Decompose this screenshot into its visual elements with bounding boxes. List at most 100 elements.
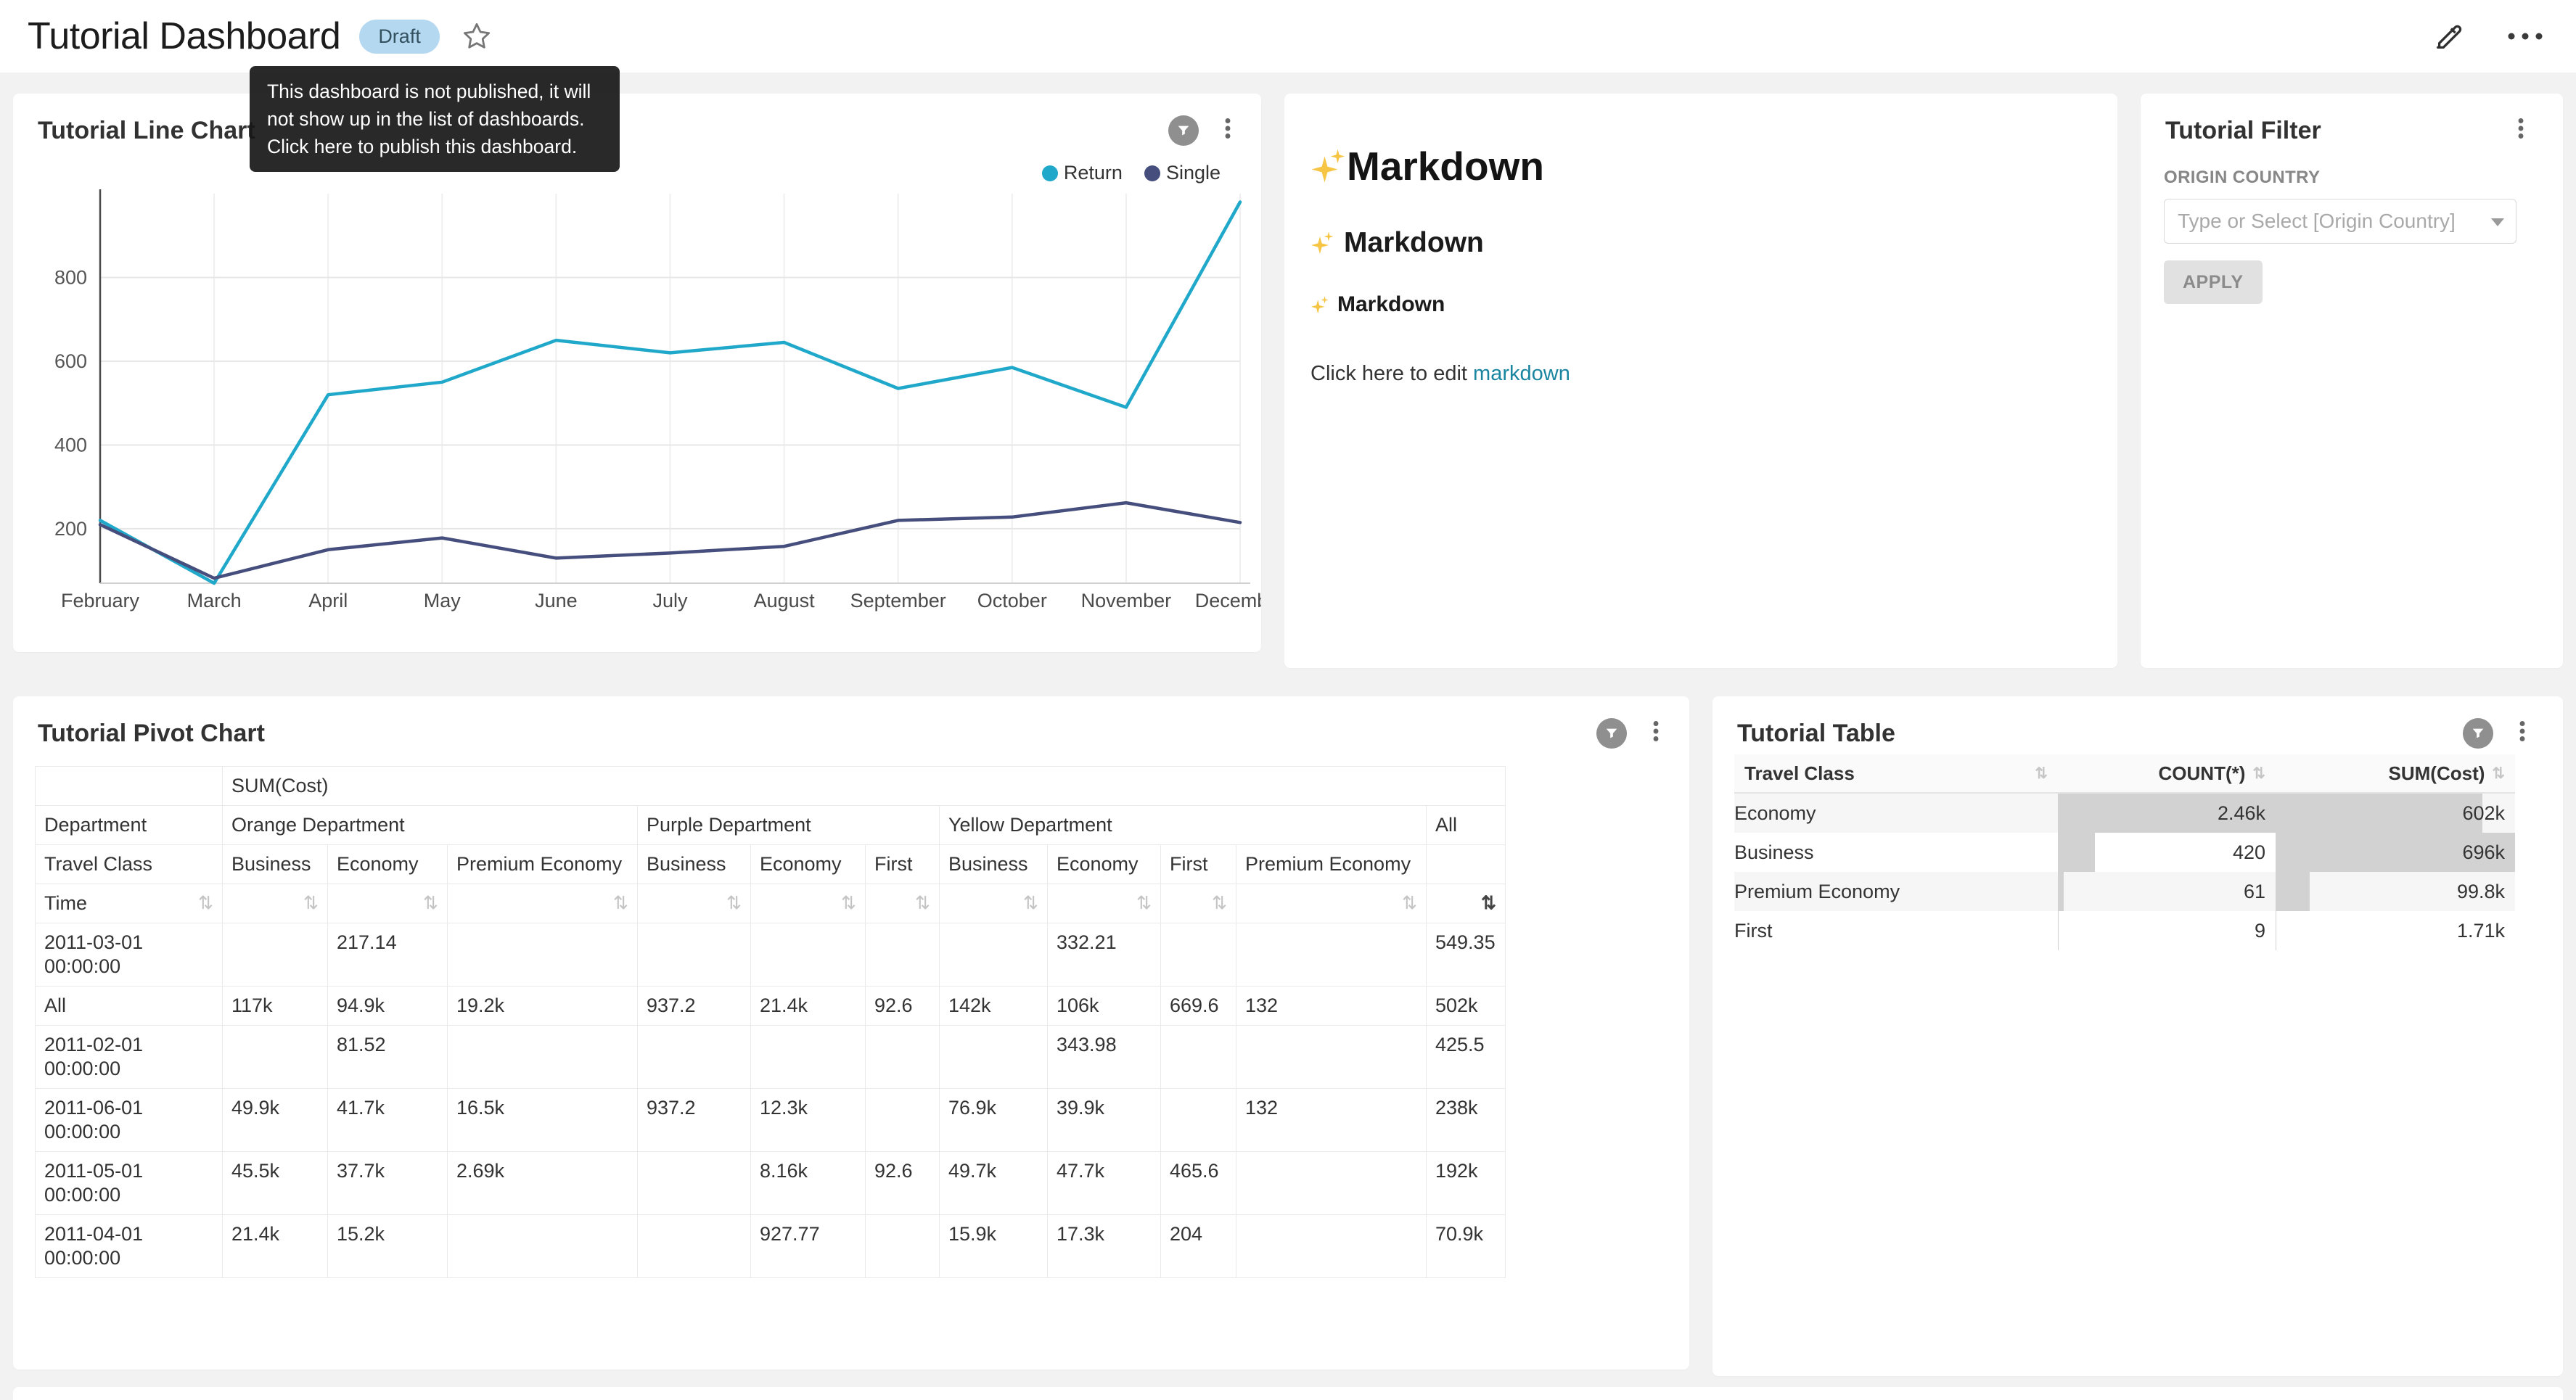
- paragraph-text: Click here to edit: [1310, 362, 1473, 385]
- edit-pencil-icon[interactable]: [2432, 20, 2466, 53]
- draft-badge[interactable]: Draft: [359, 20, 440, 54]
- sort-icon[interactable]: ⇅: [2035, 765, 2048, 783]
- applied-filters-icon[interactable]: [2463, 718, 2493, 749]
- chart-options-kebab-icon[interactable]: [2508, 115, 2534, 141]
- sort-icon[interactable]: ⇅: [1023, 892, 1038, 915]
- chart-options-kebab-icon[interactable]: [2509, 718, 2535, 744]
- more-menu-icon[interactable]: [2506, 31, 2544, 41]
- sparkles-icon: [1310, 296, 1329, 314]
- value-cell: 61: [2058, 872, 2276, 911]
- sort-icon[interactable]: ⇅: [613, 892, 628, 915]
- pivot-value-cell: [866, 1089, 940, 1152]
- pivot-value-cell: 47.7k: [1048, 1152, 1161, 1215]
- sort-icon[interactable]: ⇅: [841, 892, 856, 915]
- pivot-value-cell: [448, 923, 638, 987]
- svg-text:December: December: [1195, 590, 1261, 612]
- pivot-sort-cell: ⇅: [751, 884, 866, 923]
- pivot-value-cell: [1236, 923, 1427, 987]
- cell-value: 1.71k: [2276, 911, 2515, 950]
- pivot-value-cell: 132: [1236, 987, 1427, 1026]
- pivot-value-cell: [1236, 1152, 1427, 1215]
- pivot-class-header: Business: [223, 845, 328, 884]
- svg-text:600: 600: [54, 350, 87, 372]
- select-placeholder: Type or Select [Origin Country]: [2178, 210, 2456, 233]
- sort-icon[interactable]: ⇅: [726, 892, 742, 915]
- svg-text:April: April: [308, 590, 348, 612]
- pivot-title: Tutorial Pivot Chart: [38, 720, 265, 748]
- pivot-group-header: All: [1427, 806, 1506, 845]
- sparkles-icon: [1310, 149, 1345, 184]
- pivot-value-cell: 238k: [1427, 1089, 1506, 1152]
- sort-icon[interactable]: ⇅: [1136, 892, 1152, 915]
- pivot-sort-cell: ⇅: [940, 884, 1048, 923]
- pivot-table: SUM(Cost)DepartmentOrange DepartmentPurp…: [35, 766, 1506, 1278]
- pivot-value-cell: [1161, 1089, 1236, 1152]
- markdown-edit-link[interactable]: markdown: [1473, 362, 1570, 385]
- pivot-value-cell: 502k: [1427, 987, 1506, 1026]
- pivot-value-cell: 92.6: [866, 1152, 940, 1215]
- markdown-paragraph: Click here to edit markdown: [1310, 362, 2091, 386]
- cell-value: 420: [2058, 833, 2276, 872]
- markdown-card: Markdown Markdown Markdown Click here to…: [1284, 94, 2117, 668]
- svg-text:June: June: [535, 590, 578, 612]
- sort-icon[interactable]: ⇅: [2492, 765, 2505, 783]
- value-cell: 2.46k: [2058, 793, 2276, 833]
- pivot-value-cell: 117k: [223, 987, 328, 1026]
- travel-class-cell: Economy: [1734, 793, 2058, 833]
- markdown-h3-text: Markdown: [1337, 292, 1445, 317]
- markdown-h3: Markdown: [1310, 292, 2091, 317]
- pivot-sort-cell: ⇅: [448, 884, 638, 923]
- origin-country-select[interactable]: Type or Select [Origin Country]: [2164, 199, 2516, 244]
- pivot-value-cell: [638, 1026, 751, 1089]
- pivot-value-cell: 70.9k: [1427, 1215, 1506, 1278]
- sort-icon[interactable]: ⇅: [303, 892, 319, 915]
- column-header-count-[interactable]: COUNT(*)⇅: [2058, 754, 2276, 793]
- sort-icon[interactable]: ⇅: [423, 892, 438, 915]
- sort-icon[interactable]: ⇅: [198, 892, 213, 915]
- pivot-value-cell: [638, 1215, 751, 1278]
- cell-value: 61: [2058, 872, 2276, 911]
- pivot-class-header: Premium Economy: [448, 845, 638, 884]
- sparkles-icon: [1310, 231, 1334, 255]
- chart-options-kebab-icon[interactable]: [1643, 718, 1669, 744]
- pivot-sort-row: Time ⇅ ⇅ ⇅ ⇅ ⇅ ⇅ ⇅ ⇅ ⇅ ⇅ ⇅ ⇅: [36, 884, 1506, 923]
- pivot-group-header: Orange Department: [223, 806, 638, 845]
- pivot-time-cell: 2011-06-0100:00:00: [36, 1089, 223, 1152]
- applied-filters-icon[interactable]: [1596, 718, 1627, 749]
- cell-value: 2.46k: [2058, 794, 2276, 833]
- pivot-value-cell: 142k: [940, 987, 1048, 1026]
- tooltip-line: Click here to publish this dashboard.: [267, 133, 602, 160]
- time-label: Time: [44, 892, 87, 915]
- tutorial-table-card: Tutorial Table Travel Class⇅COUNT(*)⇅SUM…: [1712, 696, 2563, 1376]
- pivot-value-cell: 2.69k: [448, 1152, 638, 1215]
- sort-icon[interactable]: ⇅: [1402, 892, 1417, 915]
- pivot-value-cell: 937.2: [638, 1089, 751, 1152]
- sort-icon[interactable]: ⇅: [2252, 765, 2265, 783]
- pivot-value-cell: 937.2: [638, 987, 751, 1026]
- column-header-travel-class[interactable]: Travel Class⇅: [1734, 754, 2058, 793]
- pivot-class-header: Economy: [1048, 845, 1161, 884]
- draft-tooltip: This dashboard is not published, it will…: [250, 66, 620, 172]
- cell-value: 99.8k: [2276, 872, 2515, 911]
- apply-button[interactable]: APPLY: [2164, 260, 2263, 304]
- sort-icon[interactable]: ⇅: [1212, 892, 1227, 915]
- markdown-h2-text: Markdown: [1344, 227, 1484, 259]
- pivot-department-label: Department: [36, 806, 223, 845]
- pivot-value-cell: [223, 923, 328, 987]
- line-chart: 200400600800FebruaryMarchAprilMayJuneJul…: [13, 94, 1261, 652]
- sort-icon[interactable]: ⇅: [915, 892, 930, 915]
- pivot-class-header: Premium Economy: [1236, 845, 1427, 884]
- pivot-time-cell: 2011-05-0100:00:00: [36, 1152, 223, 1215]
- pivot-value-cell: 8.16k: [751, 1152, 866, 1215]
- value-cell: 696k: [2276, 833, 2515, 872]
- sort-icon[interactable]: ⇅: [1481, 892, 1496, 915]
- column-header-sum-cost-[interactable]: SUM(Cost) ⇅: [2276, 754, 2515, 793]
- table-title: Tutorial Table: [1737, 720, 1895, 748]
- pivot-sort-cell: ⇅: [1048, 884, 1161, 923]
- favorite-star-icon[interactable]: [462, 21, 492, 52]
- markdown-h1-text: Markdown: [1347, 143, 1544, 189]
- column-label: SUM(Cost): [2389, 762, 2485, 785]
- filter-title: Tutorial Filter: [2165, 117, 2321, 145]
- pivot-row: 2011-02-0100:00:0081.52343.98425.5: [36, 1026, 1506, 1089]
- pivot-value-cell: 465.6: [1161, 1152, 1236, 1215]
